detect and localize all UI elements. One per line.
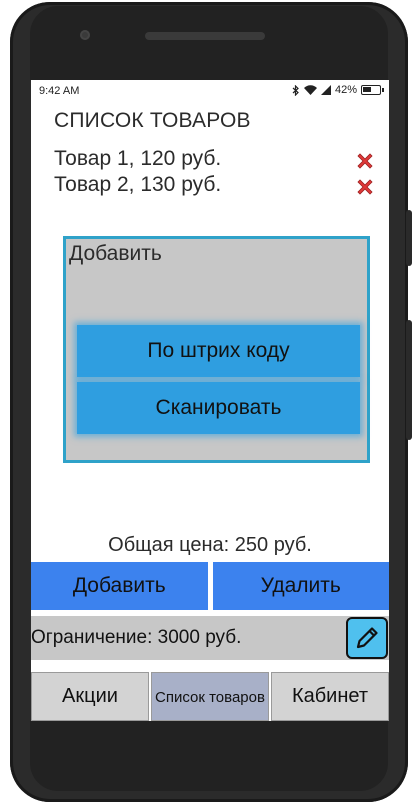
- tab-account[interactable]: Кабинет: [271, 672, 389, 721]
- bottom-nav: Акции Список товаров Кабинет: [31, 672, 389, 721]
- bluetooth-icon: [292, 84, 299, 96]
- wifi-icon: [303, 85, 317, 95]
- status-icons: 42%: [292, 84, 384, 96]
- status-time: 9:42 AM: [39, 85, 80, 97]
- camera-icon: [80, 30, 90, 40]
- page-title: СПИСОК ТОВАРОВ: [54, 109, 251, 132]
- status-bar: 9:42 AM 42%: [31, 80, 389, 102]
- action-buttons: Добавить Удалить: [31, 562, 389, 610]
- delete-icon[interactable]: [355, 177, 375, 197]
- app-screen: 9:42 AM 42% СПИСОК ТОВАРОВ Товар 1, 120 …: [31, 80, 389, 721]
- barcode-button[interactable]: По штрих коду: [77, 325, 360, 377]
- battery-icon: [361, 85, 384, 95]
- total-price: Общая цена: 250 руб.: [108, 534, 312, 556]
- delete-icon[interactable]: [355, 151, 375, 171]
- limit-label: Ограничение: 3000 руб.: [31, 627, 242, 648]
- list-item: Товар 1, 120 руб.: [54, 147, 222, 170]
- phone-bottom-bezel: [30, 721, 388, 791]
- tab-product-list[interactable]: Список товаров: [151, 672, 269, 721]
- scan-button[interactable]: Сканировать: [77, 382, 360, 434]
- battery-percent: 42%: [334, 84, 357, 96]
- add-panel-title: Добавить: [69, 242, 162, 265]
- power-button: [406, 210, 412, 266]
- phone-frame: 9:42 AM 42% СПИСОК ТОВАРОВ Товар 1, 120 …: [0, 0, 418, 811]
- tab-promotions[interactable]: Акции: [31, 672, 149, 721]
- pencil-icon: [356, 627, 378, 649]
- phone-top-bezel: [30, 6, 388, 80]
- add-button[interactable]: Добавить: [31, 562, 208, 610]
- add-panel: Добавить По штрих коду Сканировать: [63, 236, 370, 463]
- list-item: Товар 2, 130 руб.: [54, 173, 222, 196]
- limit-bar: Ограничение: 3000 руб.: [31, 616, 389, 660]
- edit-limit-button[interactable]: [346, 617, 388, 659]
- volume-button: [406, 320, 412, 440]
- signal-icon: [320, 85, 331, 95]
- speaker-grille: [145, 32, 265, 40]
- remove-button[interactable]: Удалить: [212, 562, 389, 610]
